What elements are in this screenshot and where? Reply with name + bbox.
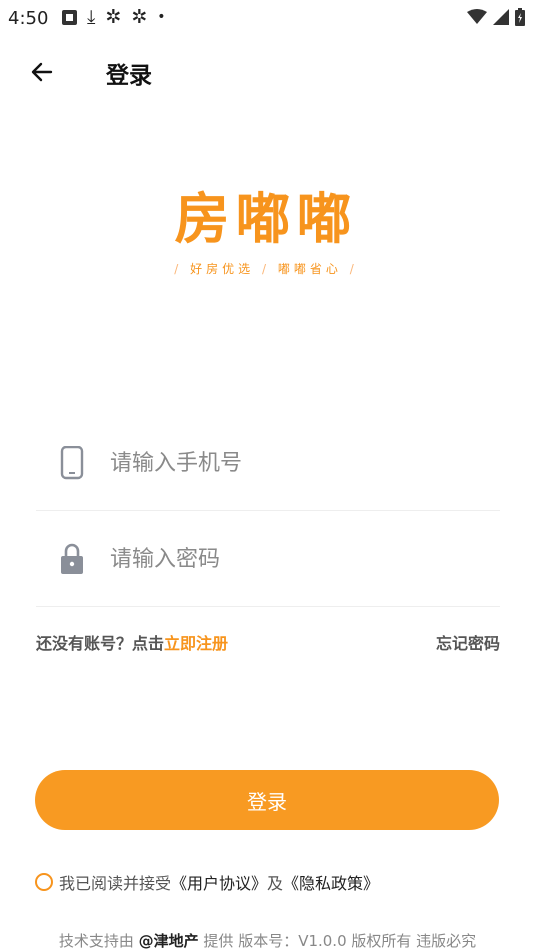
- register-prompt-text: 还没有账号？点击: [36, 634, 165, 653]
- status-time: 4:50: [8, 8, 49, 29]
- battery-charging-icon: [515, 8, 525, 26]
- password-field: [36, 512, 500, 607]
- agreement-conjunction: 及: [267, 874, 284, 893]
- phone-icon: [60, 446, 84, 480]
- login-button[interactable]: 登录: [35, 770, 499, 830]
- register-link[interactable]: 立即注册: [164, 634, 228, 653]
- notification-icon: [62, 9, 77, 25]
- agreement-checkbox[interactable]: [35, 873, 53, 891]
- signal-icon: [493, 9, 509, 25]
- logo-slogan-right: 嘟嘟省心: [277, 262, 342, 276]
- logo-slogan-left: 好房优选: [190, 262, 255, 276]
- bug-icon: ✲: [131, 6, 148, 28]
- bug-icon: ✲: [105, 6, 122, 28]
- register-prompt: 还没有账号？点击立即注册: [36, 630, 228, 654]
- status-bar: 4:50 ⤓ ✲ ✲ •: [0, 0, 535, 36]
- agreement-prefix: 我已阅读并接受: [59, 874, 172, 893]
- auth-links-row: 还没有账号？点击立即注册 忘记密码: [36, 628, 500, 654]
- status-notification-icons: ⤓ ✲ ✲ •: [62, 6, 166, 28]
- agreement-row: 我已阅读并接受 《用户协议》 及 《隐私政策》: [35, 870, 505, 894]
- download-icon: ⤓: [87, 6, 96, 28]
- footer-prefix: 技术支持由: [58, 932, 134, 950]
- user-agreement-link[interactable]: 《用户协议》: [171, 870, 267, 894]
- app-bar: 登录: [0, 44, 535, 100]
- logo-brand-text: 房嘟嘟: [174, 187, 358, 251]
- logo-slogan: / 好房优选 / 嘟嘟省心 /: [174, 262, 358, 276]
- brand-logo: 房嘟嘟 / 好房优选 / 嘟嘟省心 /: [130, 186, 402, 296]
- phone-input[interactable]: [108, 442, 492, 484]
- forgot-password-link[interactable]: 忘记密码: [436, 630, 500, 654]
- dot-icon: •: [157, 9, 166, 25]
- footer-text: 技术支持由 @津地产 提供 版本号：V1.0.0 版权所有 违版必究: [0, 930, 535, 951]
- page-title: 登录: [106, 63, 152, 89]
- lock-icon: [61, 543, 83, 574]
- privacy-policy-link[interactable]: 《隐私政策》: [283, 870, 379, 894]
- status-system-icons: [467, 8, 525, 26]
- phone-field: [36, 416, 500, 511]
- arrow-left-icon: [31, 62, 53, 82]
- footer-suffix: 提供 版本号：V1.0.0 版权所有 违版必究: [203, 932, 477, 950]
- back-button[interactable]: [24, 54, 60, 90]
- footer-brand: @津地产: [138, 932, 199, 950]
- password-input[interactable]: [108, 538, 492, 580]
- wifi-icon: [467, 9, 487, 24]
